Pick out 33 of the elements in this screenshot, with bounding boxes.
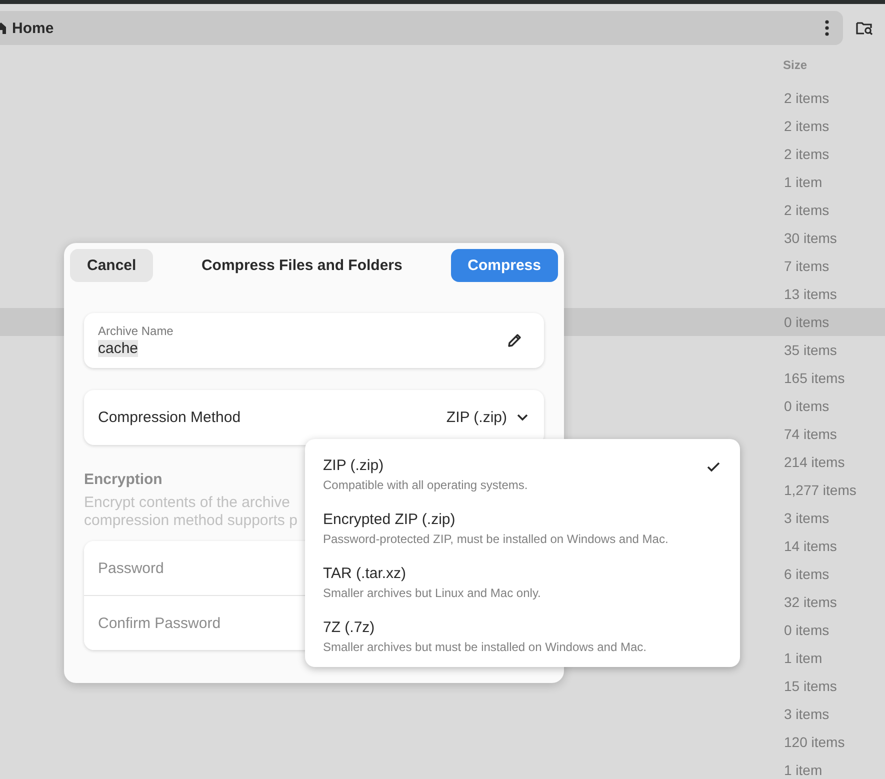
size-cell: 32 items <box>784 594 837 610</box>
size-cell: 6 items <box>784 566 830 582</box>
size-cell: 120 items <box>784 734 845 750</box>
size-cell: 2 items <box>784 146 830 162</box>
size-cell: 0 items <box>784 314 830 330</box>
size-cell: 214 items <box>784 454 845 470</box>
dialog-title: Compress Files and Folders <box>201 257 402 274</box>
size-cell: 35 items <box>784 342 837 358</box>
size-cell: 2 items <box>784 118 830 134</box>
size-cell: 74 items <box>784 426 837 442</box>
section-description: Encrypt contents of the archive compression method supports p <box>84 494 298 530</box>
size-cell: 3 items <box>784 510 830 526</box>
row-value: ZIP (.zip) <box>446 409 507 426</box>
row-label: Compression Method <box>98 409 241 426</box>
size-cell: 1 item <box>784 174 822 190</box>
size-cell: 165 items <box>784 370 845 386</box>
path-label: Home <box>12 20 54 36</box>
size-cell: 1 item <box>784 762 822 778</box>
size-cell: 2 items <box>784 202 830 218</box>
size-cell: 0 items <box>784 622 830 638</box>
size-cell: 13 items <box>784 286 837 302</box>
size-cell: 30 items <box>784 230 837 246</box>
section-title: Encryption <box>84 471 162 488</box>
size-cell: 0 items <box>784 398 830 414</box>
size-cell: 7 items <box>784 258 830 274</box>
size-cell: 3 items <box>784 706 830 722</box>
size-cell: 2 items <box>784 90 830 106</box>
size-cell: 1,277 items <box>784 482 856 498</box>
field-value: cache <box>98 340 138 357</box>
size-cell: 1 item <box>784 650 822 666</box>
size-cell: 14 items <box>784 538 837 554</box>
size-cell: 15 items <box>784 678 837 694</box>
field-label: Archive Name <box>98 324 174 338</box>
